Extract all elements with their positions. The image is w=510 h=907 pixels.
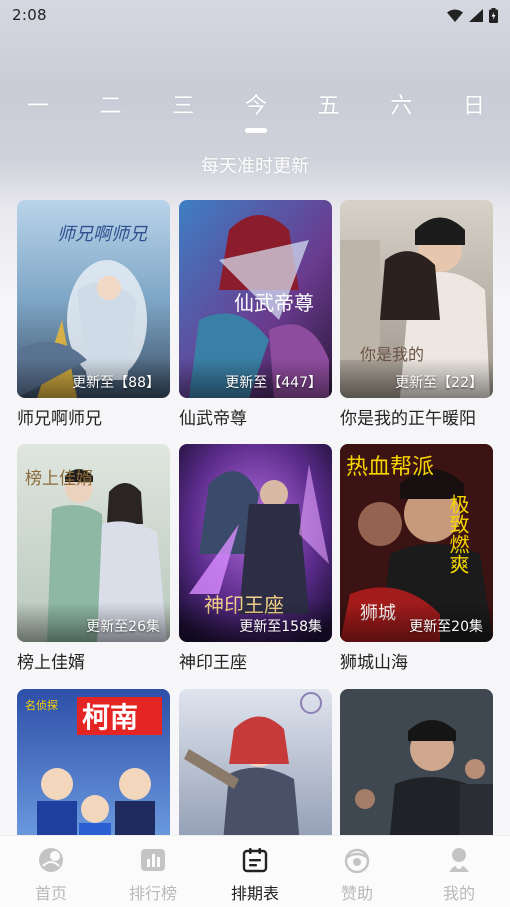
poster-text: 名侦探: [25, 698, 58, 712]
nav-schedule-label: 排期表: [230, 884, 279, 903]
tab-tuesday[interactable]: 二: [95, 88, 127, 128]
show-title: 狮城山海: [340, 653, 408, 673]
tab-saturday[interactable]: 六: [385, 88, 417, 128]
poster-text: 极致燃爽: [446, 494, 470, 574]
poster-image: 热血帮派 极致燃爽 狮城 更新至20集: [340, 444, 493, 642]
nav-profile[interactable]: 我的: [408, 836, 510, 907]
sponsor-icon: [343, 846, 371, 874]
schedule-subtitle: 每天准时更新: [201, 156, 309, 177]
show-card[interactable]: 神印王座 更新至158集 神印王座: [179, 444, 332, 673]
poster-image: 师兄啊师兄 更新至【88】: [17, 200, 170, 398]
schedule-icon: [241, 846, 269, 874]
nav-home-label: 首页: [34, 884, 67, 903]
tab-friday[interactable]: 五: [313, 88, 345, 128]
show-title: 神印王座: [179, 653, 247, 673]
poster-text: 热血帮派: [346, 455, 434, 480]
poster-image: 你是我的 更新至【22】: [340, 200, 493, 398]
nav-ranking-label: 排行榜: [128, 884, 177, 903]
poster-text: 榜上佳婿: [25, 469, 93, 489]
nav-home[interactable]: 首页: [0, 836, 102, 907]
show-title: 榜上佳婿: [17, 653, 85, 673]
status-bar: 2:08: [0, 0, 510, 30]
show-card[interactable]: 师兄啊师兄 更新至【88】 师兄啊师兄: [17, 200, 170, 429]
tab-today[interactable]: 今: [240, 88, 272, 133]
poster-text: 柯南: [82, 701, 138, 734]
poster-text: 仙武帝尊: [234, 291, 314, 315]
nav-ranking[interactable]: 排行榜: [102, 836, 204, 907]
show-title: 仙武帝尊: [179, 409, 247, 429]
bottom-nav: 首页 排行榜 排期表 赞助 我的: [0, 835, 510, 907]
update-badge: 更新至【88】: [72, 375, 160, 391]
battery-icon: [489, 7, 498, 23]
poster-image: 榜上佳婿 更新至26集: [17, 444, 170, 642]
wifi-icon: [447, 9, 463, 22]
show-card[interactable]: 你是我的 更新至【22】 你是我的正午暖阳: [340, 200, 493, 429]
profile-icon: [445, 846, 473, 874]
show-title: 你是我的正午暖阳: [340, 409, 476, 429]
update-badge: 更新至【22】: [395, 375, 483, 391]
update-badge: 更新至【447】: [225, 375, 322, 391]
nav-sponsor-label: 赞助: [340, 884, 373, 903]
status-icons: [447, 7, 498, 23]
update-badge: 更新至20集: [409, 619, 483, 635]
show-card[interactable]: 热血帮派 极致燃爽 狮城 更新至20集 狮城山海: [340, 444, 493, 673]
update-badge: 更新至26集: [86, 619, 160, 635]
poster-text: 师兄啊师兄: [57, 224, 148, 245]
poster-image: 仙武帝尊 更新至【447】: [179, 200, 332, 398]
show-card[interactable]: 榜上佳婿 更新至26集 榜上佳婿: [17, 444, 170, 673]
status-time: 2:08: [12, 6, 47, 24]
update-badge: 更新至158集: [239, 619, 322, 635]
nav-sponsor[interactable]: 赞助: [306, 836, 408, 907]
tab-wednesday[interactable]: 三: [167, 88, 199, 128]
show-title: 师兄啊师兄: [17, 409, 102, 429]
nav-schedule[interactable]: 排期表: [204, 836, 306, 907]
poster-image: 神印王座 更新至158集: [179, 444, 332, 642]
weekday-tabs: 一 二 三 今 五 六 日: [0, 88, 510, 133]
ranking-icon: [139, 846, 167, 874]
show-card[interactable]: 仙武帝尊 更新至【447】 仙武帝尊: [179, 200, 332, 429]
tab-monday[interactable]: 一: [22, 88, 54, 128]
signal-icon: [469, 8, 483, 22]
home-icon: [37, 846, 65, 874]
tab-sunday[interactable]: 日: [458, 88, 490, 128]
nav-profile-label: 我的: [442, 884, 475, 903]
